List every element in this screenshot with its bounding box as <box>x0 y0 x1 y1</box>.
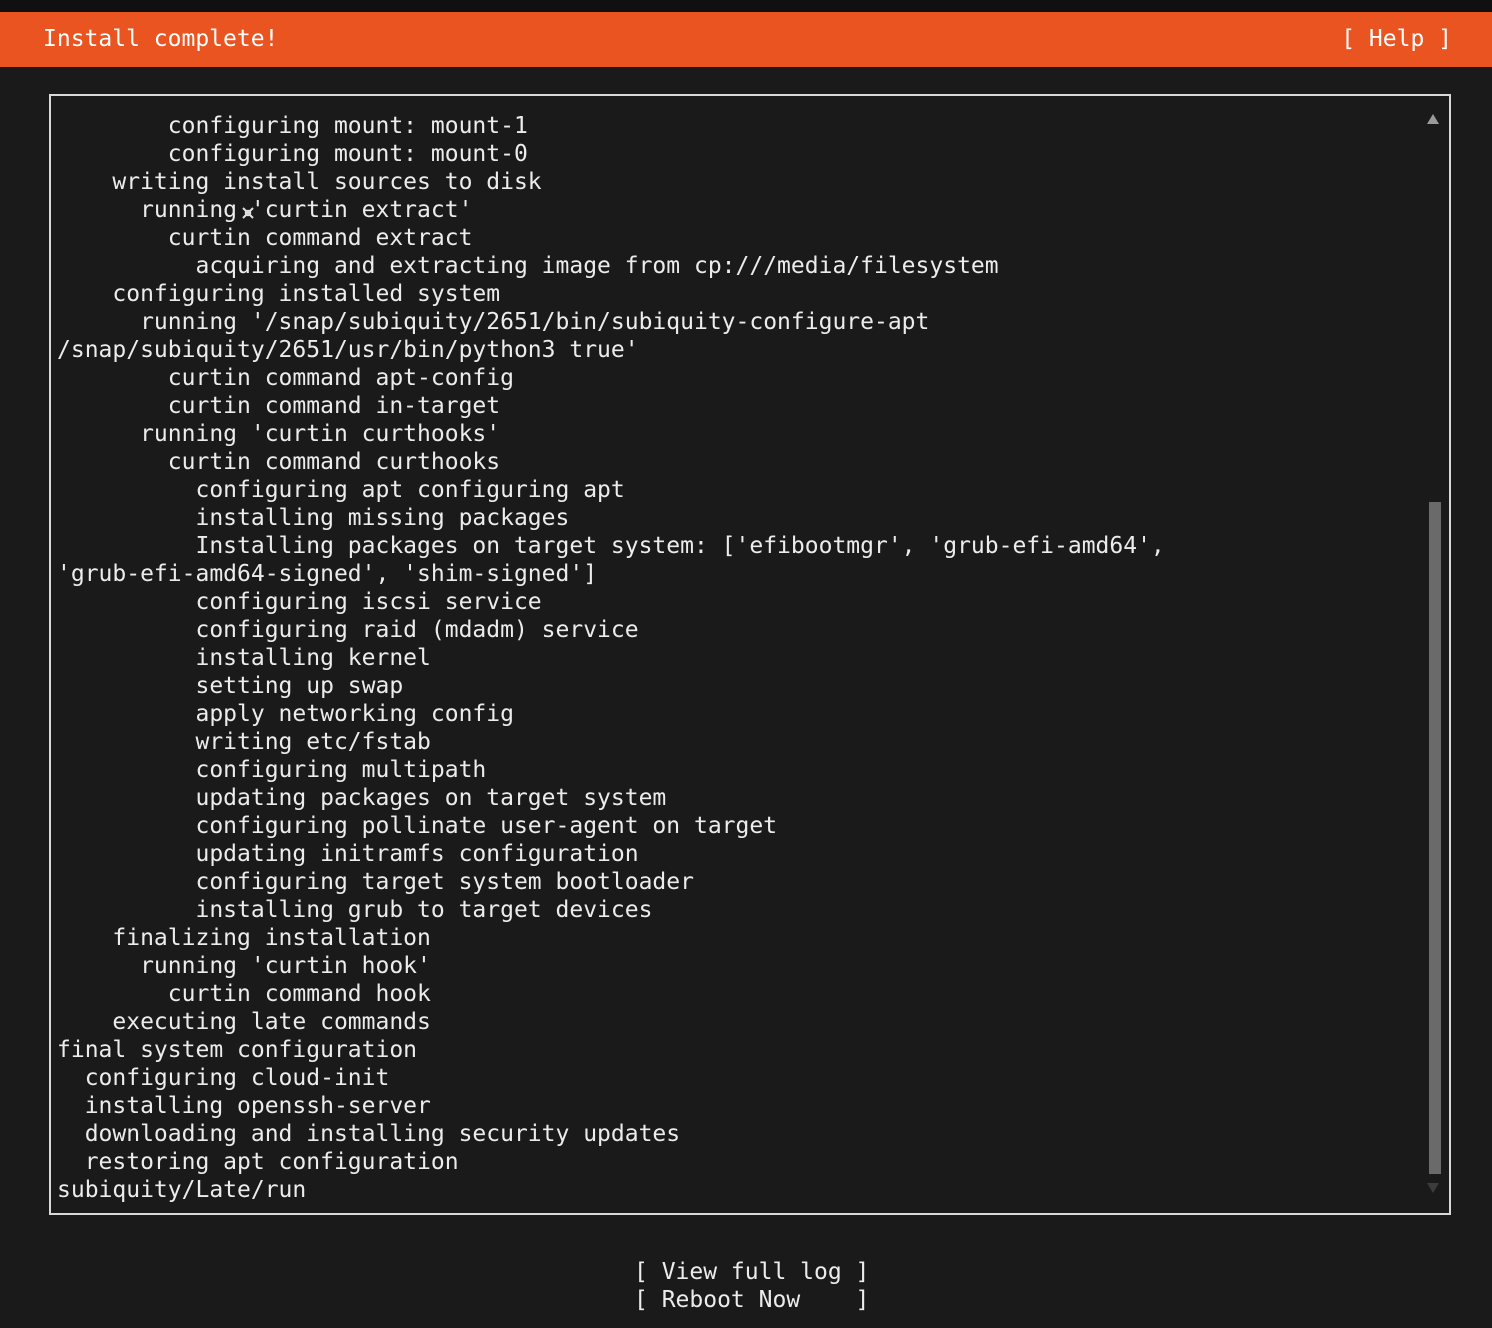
log-line: configuring installed system <box>57 281 501 307</box>
log-line: configuring iscsi service <box>57 589 542 615</box>
log-line: running '/snap/subiquity/2651/bin/subiqu… <box>57 309 930 335</box>
page-title: Install complete! <box>43 26 279 52</box>
log-line: executing late commands <box>57 1009 431 1035</box>
log-line: running 'curtin curthooks' <box>57 421 501 447</box>
log-line: downloading and installing security upda… <box>57 1121 681 1147</box>
log-line: installing kernel <box>57 645 431 671</box>
scrollbar-thumb[interactable] <box>1429 502 1441 1174</box>
mouse-cursor-icon <box>242 207 254 219</box>
log-line: configuring cloud-init <box>57 1065 390 1091</box>
log-line: restoring apt configuration <box>57 1149 459 1175</box>
reboot-now-button[interactable]: [ Reboot Now ] <box>634 1286 869 1314</box>
help-button[interactable]: [ Help ] <box>1341 12 1452 67</box>
log-line: configuring mount: mount-0 <box>57 141 528 167</box>
scroll-up-arrow-icon[interactable] <box>1427 114 1439 124</box>
log-line: acquiring and extracting image from cp:/… <box>57 253 999 279</box>
log-line: configuring apt configuring apt <box>57 477 625 503</box>
log-line: configuring target system bootloader <box>57 869 694 895</box>
log-line: configuring multipath <box>57 757 487 783</box>
scroll-down-arrow-icon[interactable] <box>1427 1183 1439 1193</box>
view-full-log-button[interactable]: [ View full log ] <box>634 1258 869 1286</box>
log-line: /snap/subiquity/2651/usr/bin/python3 tru… <box>57 337 639 363</box>
log-line: configuring pollinate user-agent on targ… <box>57 813 778 839</box>
log-line: writing etc/fstab <box>57 729 431 755</box>
log-line: curtin command in-target <box>57 393 501 419</box>
log-line: writing install sources to disk <box>57 169 542 195</box>
action-buttons: [ View full log ] [ Reboot Now ] <box>634 1258 869 1314</box>
log-line: updating initramfs configuration <box>57 841 639 867</box>
log-line: running 'curtin hook' <box>57 953 431 979</box>
log-line: final system configuration <box>57 1037 418 1063</box>
log-lines: configuring mount: mount-1 configuring m… <box>57 112 1165 1204</box>
log-line: installing grub to target devices <box>57 897 653 923</box>
log-line: running 'curtin extract' <box>57 197 473 223</box>
log-line: curtin command hook <box>57 981 431 1007</box>
log-line: configuring mount: mount-1 <box>57 113 528 139</box>
install-log-panel[interactable]: configuring mount: mount-1 configuring m… <box>49 94 1451 1215</box>
log-line: Installing packages on target system: ['… <box>57 533 1165 559</box>
top-strip <box>0 0 1492 12</box>
log-line: installing missing packages <box>57 505 570 531</box>
log-line: finalizing installation <box>57 925 431 951</box>
log-line: subiquity/Late/run <box>57 1177 307 1203</box>
log-line: curtin command curthooks <box>57 449 501 475</box>
log-line: curtin command apt-config <box>57 365 514 391</box>
log-line: setting up swap <box>57 673 404 699</box>
log-line: apply networking config <box>57 701 514 727</box>
log-line: updating packages on target system <box>57 785 667 811</box>
log-line: installing openssh-server <box>57 1093 431 1119</box>
log-line: curtin command extract <box>57 225 473 251</box>
header-bar: Install complete! [ Help ] <box>0 12 1492 67</box>
log-line: configuring raid (mdadm) service <box>57 617 639 643</box>
log-line: 'grub-efi-amd64-signed', 'shim-signed'] <box>57 561 598 587</box>
